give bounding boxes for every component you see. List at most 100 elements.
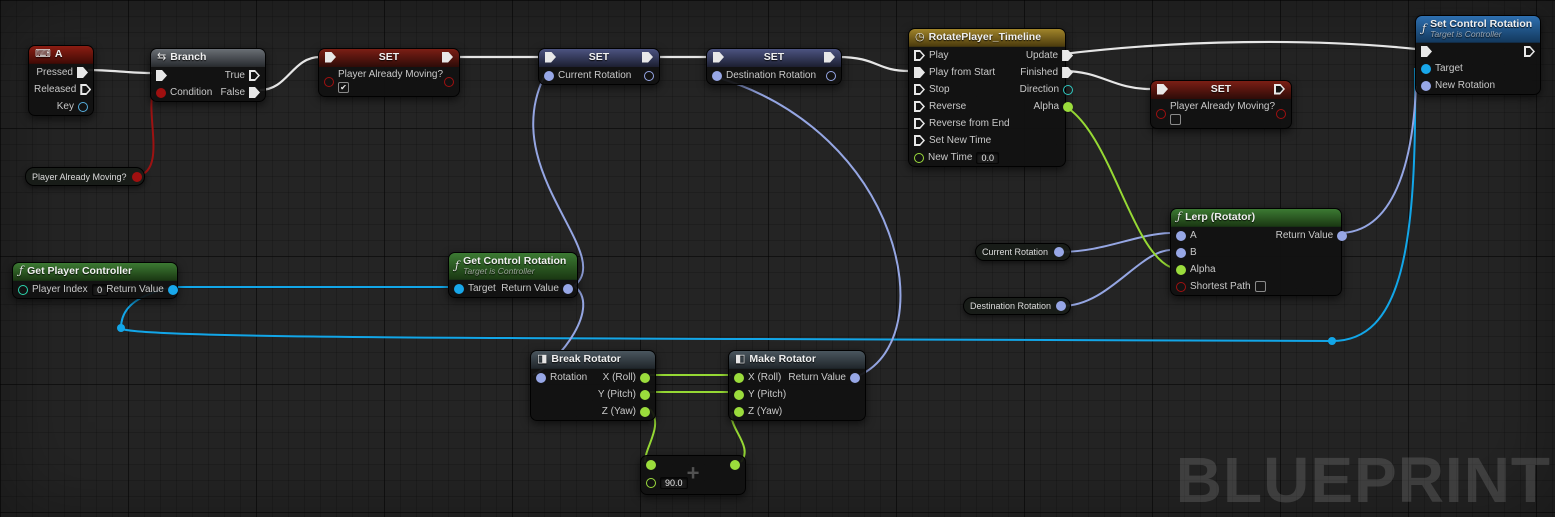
node-get-destination-rotation[interactable]: Destination Rotation — [963, 297, 1071, 315]
object-in-pin-target[interactable] — [1421, 63, 1431, 74]
int-in-pin-player-index[interactable] — [18, 284, 28, 295]
float-in-pin-2[interactable] — [646, 478, 656, 488]
float-in-pin-x[interactable] — [734, 372, 744, 383]
exec-out-pin[interactable] — [1274, 83, 1285, 95]
pin-label-key: Key — [56, 101, 74, 112]
rotator-out-pin[interactable] — [1054, 247, 1064, 257]
node-branch[interactable]: ⇆ Branch True Condition False — [150, 48, 266, 102]
float-in-pin-new-time[interactable] — [914, 152, 924, 163]
rotator-in-pin-b[interactable] — [1176, 247, 1186, 258]
rotator-out-pin[interactable] — [826, 70, 836, 81]
exec-in-pin[interactable] — [1421, 46, 1432, 57]
node-title: Make Rotator — [749, 353, 816, 365]
float-out-pin[interactable] — [730, 460, 740, 470]
node-title: SET — [1210, 83, 1232, 95]
pin-label-stop: Stop — [929, 84, 950, 95]
new-time-value-input[interactable]: 0.0 — [976, 151, 999, 164]
bool-out-pin[interactable] — [131, 171, 142, 182]
exec-in-pin-play[interactable] — [914, 50, 925, 61]
rotator-out-pin-return[interactable] — [562, 283, 573, 294]
node-break-rotator[interactable]: ◨ Break Rotator Rotation X (Roll) Y (Pit… — [530, 350, 656, 421]
shortest-path-checkbox[interactable] — [1254, 281, 1266, 292]
node-set-current-rotation[interactable]: SET Current Rotation — [538, 48, 660, 85]
exec-in-pin[interactable] — [545, 51, 556, 63]
node-set-destination-rotation[interactable]: SET Destination Rotation — [706, 48, 842, 85]
exec-in-pin-stop[interactable] — [914, 84, 925, 95]
blueprint-graph-canvas[interactable]: BLUEPRINT ⌨ A Pressed Released Key ⇆ Bra… — [0, 0, 1555, 517]
object-out-pin-return[interactable] — [167, 284, 178, 295]
pin-label-z-yaw: Z (Yaw) — [601, 406, 636, 417]
reroute-node[interactable] — [117, 324, 125, 332]
object-in-pin-target[interactable] — [454, 283, 464, 294]
node-add-float[interactable]: + 90.0 — [640, 455, 746, 495]
pin-label-new-rotation: New Rotation — [1435, 80, 1496, 91]
node-lerp-rotator[interactable]: ƒ Lerp (Rotator) A B Alpha Shortest Path… — [1170, 208, 1348, 296]
exec-out-pin-update[interactable] — [1062, 50, 1074, 61]
float-out-pin-y[interactable] — [640, 389, 650, 400]
exec-in-pin[interactable] — [325, 51, 336, 63]
rotator-out-pin[interactable] — [1056, 301, 1067, 311]
node-make-rotator[interactable]: ◧ Make Rotator X (Roll) Return Value Y (… — [728, 350, 866, 421]
rotator-in-pin[interactable] — [536, 372, 546, 383]
node-set-player-already-moving-true[interactable]: SET Player Already Moving? — [318, 48, 460, 97]
node-get-player-controller[interactable]: ƒ Get Player Controller Player Index 0 R… — [12, 262, 178, 299]
node-get-current-rotation[interactable]: Current Rotation — [975, 243, 1071, 261]
branch-icon: ⇆ — [157, 51, 167, 63]
exec-in-pin-set-new-time[interactable] — [914, 135, 925, 146]
exec-out-pin-finished[interactable] — [1062, 67, 1074, 78]
exec-out-pin-true[interactable] — [249, 70, 260, 81]
exec-out-pin-pressed[interactable] — [77, 67, 88, 78]
exec-out-pin[interactable] — [442, 51, 453, 63]
node-set-control-rotation[interactable]: ƒ Set Control Rotation Target is Control… — [1415, 15, 1541, 95]
variable-label: Player Already Moving? — [1170, 101, 1276, 112]
node-rotateplayer-timeline[interactable]: ◷ RotatePlayer_Timeline Play Play from S… — [908, 28, 1074, 167]
float-in-pin-1[interactable] — [646, 460, 656, 470]
addend-value-input[interactable]: 90.0 — [660, 477, 688, 489]
reroute-node[interactable] — [1328, 337, 1336, 345]
bool-default-checkbox[interactable] — [338, 82, 349, 93]
rotator-in-pin-a[interactable] — [1176, 230, 1186, 241]
rotator-in-pin-new-rotation[interactable] — [1421, 80, 1431, 91]
pin-label-shortest-path: Shortest Path — [1190, 281, 1251, 292]
bool-in-pin[interactable] — [324, 76, 334, 87]
wire-bool-moving-to-condition — [137, 91, 155, 177]
condition-in-pin[interactable] — [156, 87, 166, 98]
bool-default-checkbox[interactable] — [1170, 114, 1181, 125]
rotator-in-pin[interactable] — [712, 70, 722, 81]
exec-out-pin-false[interactable] — [249, 87, 260, 98]
exec-out-pin[interactable] — [1524, 46, 1535, 57]
node-key-event-a[interactable]: ⌨ A Pressed Released Key — [28, 45, 94, 116]
bool-in-pin[interactable] — [1156, 108, 1166, 119]
key-out-pin[interactable] — [78, 101, 88, 112]
variable-label: Player Already Moving? — [32, 171, 127, 182]
variable-label: Destination Rotation — [970, 301, 1052, 311]
exec-out-pin[interactable] — [642, 51, 653, 63]
node-get-control-rotation[interactable]: ƒ Get Control Rotation Target is Control… — [448, 252, 578, 298]
node-get-player-already-moving[interactable]: Player Already Moving? — [25, 167, 145, 186]
float-out-pin-x[interactable] — [640, 372, 650, 383]
rotator-in-pin[interactable] — [544, 70, 554, 81]
bool-out-pin[interactable] — [444, 76, 455, 87]
node-set-player-already-moving-false[interactable]: SET Player Already Moving? — [1150, 80, 1292, 129]
exec-in-pin[interactable] — [1157, 83, 1168, 95]
player-index-value-input[interactable]: 0 — [91, 283, 108, 296]
exec-in-pin-reverse-from-end[interactable] — [914, 118, 925, 129]
enum-out-pin-direction[interactable] — [1063, 84, 1074, 95]
exec-in-pin-reverse[interactable] — [914, 101, 925, 112]
float-in-pin-y[interactable] — [734, 389, 744, 400]
rotator-out-pin-return[interactable] — [850, 372, 860, 383]
wire-float-alpha-to-lerp-alpha — [1062, 104, 1171, 268]
rotator-out-pin-return[interactable] — [1337, 230, 1348, 241]
float-out-pin-z[interactable] — [640, 406, 650, 417]
float-out-pin-alpha[interactable] — [1063, 101, 1074, 112]
exec-in-pin[interactable] — [156, 70, 167, 81]
exec-out-pin[interactable] — [824, 51, 835, 63]
exec-in-pin[interactable] — [713, 51, 724, 63]
float-in-pin-alpha[interactable] — [1176, 264, 1186, 275]
bool-out-pin[interactable] — [1276, 108, 1287, 119]
exec-out-pin-released[interactable] — [80, 84, 92, 95]
exec-in-pin-play-from-start[interactable] — [914, 67, 925, 78]
float-in-pin-z[interactable] — [734, 406, 744, 417]
bool-in-pin-shortest-path[interactable] — [1176, 281, 1186, 292]
rotator-out-pin[interactable] — [644, 70, 654, 81]
